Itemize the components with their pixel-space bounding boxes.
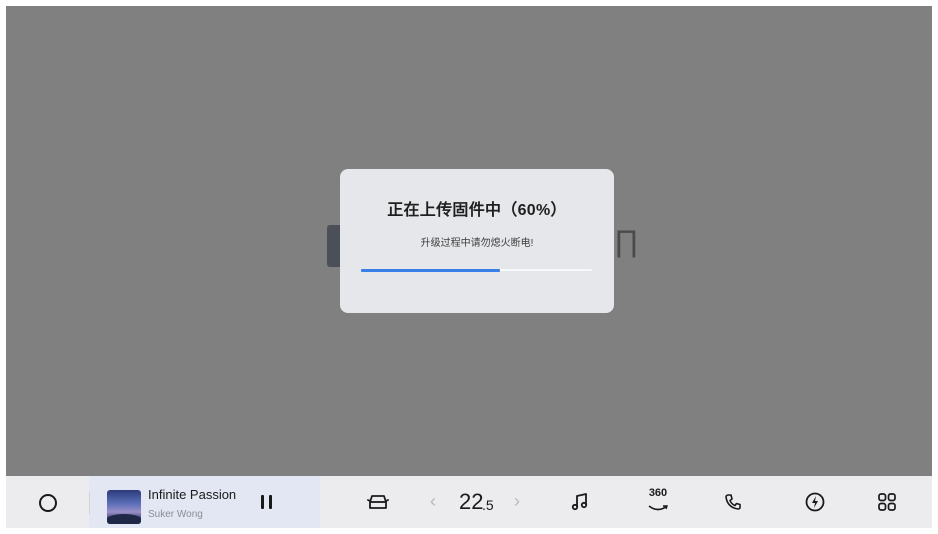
camera-360-button[interactable]: 360 [644, 487, 672, 517]
background-widget-edge [327, 225, 341, 267]
song-title: Infinite Passion [148, 487, 237, 502]
upload-progress-bar [361, 268, 592, 272]
pause-button[interactable] [261, 495, 272, 509]
climate-control: ‹ 22 .5 › [426, 488, 531, 516]
temperature-decimal: .5 [482, 497, 494, 513]
firmware-upload-dialog: 正在上传固件中（60%） 升级过程中请勿熄火断电! [340, 169, 614, 313]
home-button[interactable] [39, 494, 57, 512]
taskbar-divider [89, 492, 90, 514]
song-artist: Suker Wong [148, 509, 203, 520]
lightning-icon [805, 492, 825, 512]
modal-overlay: ∏ 正在上传固件中（60%） 升级过程中请勿熄火断电! [6, 6, 932, 476]
apps-grid-icon [878, 493, 896, 511]
upload-progress-fill [361, 268, 500, 272]
dialog-title: 正在上传固件中（60%） [387, 202, 567, 219]
temperature-increase-button[interactable]: › [514, 491, 520, 512]
car-button[interactable] [364, 488, 392, 516]
album-art[interactable] [107, 490, 141, 524]
charging-button[interactable] [801, 488, 829, 516]
music-note-icon [571, 493, 588, 511]
temperature-decrease-button[interactable]: ‹ [430, 491, 436, 512]
camera-360-icon: 360 [646, 487, 670, 517]
apps-button[interactable] [873, 488, 901, 516]
car-icon [367, 495, 389, 509]
screen: ∏ 正在上传固件中（60%） 升级过程中请勿熄火断电! Infinite Pas… [6, 6, 932, 528]
temperature-value: 22 [459, 489, 484, 514]
dialog-message: 升级过程中请勿熄火断电! [420, 238, 534, 249]
background-widget-icon: ∏ [614, 225, 639, 258]
pause-icon [261, 495, 264, 509]
music-button[interactable] [566, 488, 594, 516]
taskbar: Infinite Passion Suker Wong ‹ 22 .5 › 36… [6, 476, 932, 528]
phone-icon [725, 494, 741, 510]
phone-button[interactable] [719, 488, 747, 516]
